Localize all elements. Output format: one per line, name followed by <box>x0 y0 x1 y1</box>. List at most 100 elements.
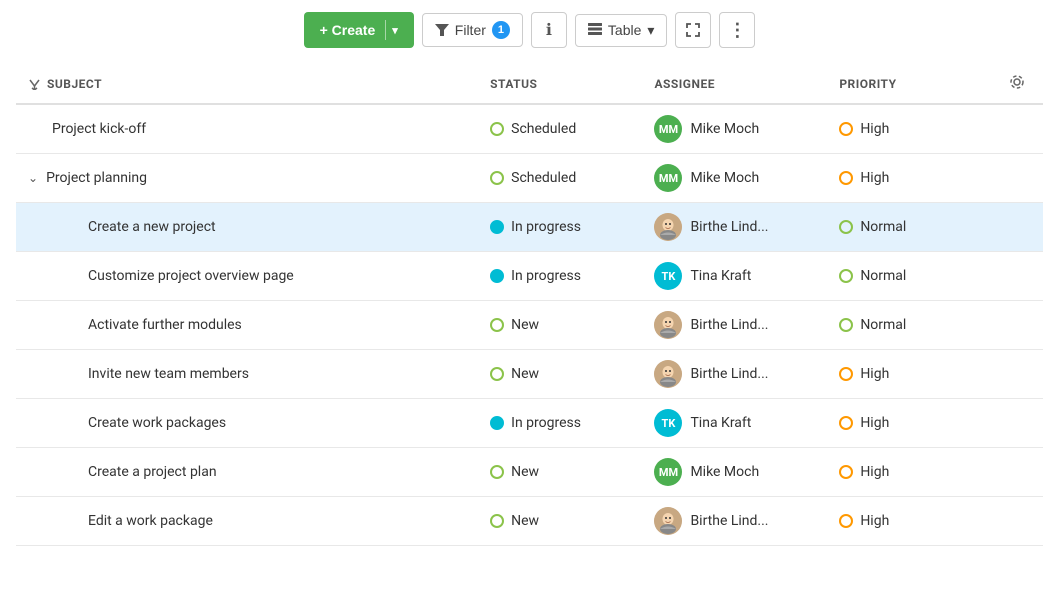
status-value: New <box>490 464 630 480</box>
row-expand-chevron[interactable]: ⌄ <box>28 171 38 185</box>
subject-label: Customize project overview page <box>88 268 294 284</box>
row-settings-cell <box>992 301 1043 350</box>
priority-dot <box>839 514 853 528</box>
subject-cell: Create a new project <box>16 203 478 252</box>
filter-badge: 1 <box>492 21 510 39</box>
expand-button[interactable] <box>675 12 711 48</box>
priority-label: Normal <box>860 268 906 284</box>
status-value: New <box>490 317 630 333</box>
priority-value: High <box>839 464 979 480</box>
avatar <box>654 507 682 535</box>
avatar <box>654 311 682 339</box>
info-button[interactable]: ℹ <box>531 12 567 48</box>
status-dot <box>490 318 504 332</box>
assignee-name: Birthe Lind... <box>690 219 768 235</box>
subject-column-header[interactable]: Subject <box>16 64 478 104</box>
priority-dot <box>839 220 853 234</box>
priority-cell: Normal <box>827 301 991 350</box>
status-cell: New <box>478 497 642 546</box>
subject-cell: Customize project overview page <box>16 252 478 301</box>
avatar <box>654 360 682 388</box>
priority-value: High <box>839 170 979 186</box>
assignee-name: Mike Moch <box>690 464 759 480</box>
priority-cell: Normal <box>827 203 991 252</box>
filter-label: Filter <box>455 22 486 38</box>
table-view-button[interactable]: Table ▾ <box>575 14 668 47</box>
priority-label: High <box>860 170 889 186</box>
status-cell: New <box>478 301 642 350</box>
subject-cell: Project kick-off <box>16 104 478 154</box>
table-row[interactable]: Customize project overview page In progr… <box>16 252 1043 301</box>
priority-dot <box>839 171 853 185</box>
priority-value: Normal <box>839 219 979 235</box>
status-label: New <box>511 464 539 480</box>
assignee-value: MM Mike Moch <box>654 164 815 192</box>
assignee-cell: Birthe Lind... <box>642 350 827 399</box>
create-chevron: ▾ <box>392 24 398 37</box>
status-label: New <box>511 513 539 529</box>
column-settings[interactable] <box>992 64 1043 104</box>
status-label: In progress <box>511 268 581 284</box>
table-row[interactable]: Edit a work package New Birthe Lind... <box>16 497 1043 546</box>
filter-button[interactable]: Filter 1 <box>422 13 523 47</box>
status-label: Scheduled <box>511 121 576 137</box>
assignee-cell: Birthe Lind... <box>642 301 827 350</box>
table-dropdown: ▾ <box>647 22 654 39</box>
priority-dot <box>839 269 853 283</box>
status-label: In progress <box>511 219 581 235</box>
status-dot <box>490 367 504 381</box>
priority-value: High <box>839 415 979 431</box>
create-label: + Create <box>320 22 376 38</box>
status-value: In progress <box>490 219 630 235</box>
avatar: MM <box>654 164 682 192</box>
priority-label: Normal <box>860 317 906 333</box>
create-divider <box>385 20 386 40</box>
status-cell: In progress <box>478 399 642 448</box>
priority-dot <box>839 416 853 430</box>
priority-value: High <box>839 366 979 382</box>
table-label: Table <box>608 22 641 38</box>
priority-dot <box>839 367 853 381</box>
table-row[interactable]: Activate further modules New Birthe Lind… <box>16 301 1043 350</box>
table-row[interactable]: Create a project plan New MM Mike Moch H… <box>16 448 1043 497</box>
priority-dot <box>839 465 853 479</box>
priority-cell: Normal <box>827 252 991 301</box>
status-value: In progress <box>490 268 630 284</box>
assignee-cell: TK Tina Kraft <box>642 252 827 301</box>
row-settings-cell <box>992 104 1043 154</box>
row-settings-cell <box>992 252 1043 301</box>
priority-cell: High <box>827 497 991 546</box>
assignee-value: Birthe Lind... <box>654 507 815 535</box>
status-value: Scheduled <box>490 121 630 137</box>
priority-value: Normal <box>839 317 979 333</box>
table-row[interactable]: Create work packages In progress TK Tina… <box>16 399 1043 448</box>
avatar <box>654 213 682 241</box>
table-header: Subject Status Assignee Priority <box>16 64 1043 104</box>
priority-value: High <box>839 513 979 529</box>
priority-column-header[interactable]: Priority <box>827 64 991 104</box>
status-value: Scheduled <box>490 170 630 186</box>
status-cell: In progress <box>478 252 642 301</box>
subject-cell: Edit a work package <box>16 497 478 546</box>
subject-text: Create a new project <box>64 219 466 235</box>
status-value: New <box>490 513 630 529</box>
table-row[interactable]: Project kick-off Scheduled MM Mike Moch … <box>16 104 1043 154</box>
assignee-column-header[interactable]: Assignee <box>642 64 827 104</box>
table-row[interactable]: Create a new project In progress Birthe … <box>16 203 1043 252</box>
avatar: TK <box>654 262 682 290</box>
assignee-value: TK Tina Kraft <box>654 409 815 437</box>
subject-label: Create work packages <box>88 415 226 431</box>
filter-icon <box>435 23 449 37</box>
avatar: TK <box>654 409 682 437</box>
subject-text: Edit a work package <box>64 513 466 529</box>
status-column-header[interactable]: Status <box>478 64 642 104</box>
create-button[interactable]: + Create ▾ <box>304 12 414 48</box>
subject-text: Activate further modules <box>64 317 466 333</box>
table-row[interactable]: Invite new team members New Birthe Lind.… <box>16 350 1043 399</box>
assignee-cell: TK Tina Kraft <box>642 399 827 448</box>
status-value: In progress <box>490 415 630 431</box>
subject-cell: Create a project plan <box>16 448 478 497</box>
subject-cell: Activate further modules <box>16 301 478 350</box>
table-row[interactable]: ⌄ Project planning Scheduled MM Mike Moc… <box>16 154 1043 203</box>
more-options-button[interactable]: ⋮ <box>719 12 755 48</box>
